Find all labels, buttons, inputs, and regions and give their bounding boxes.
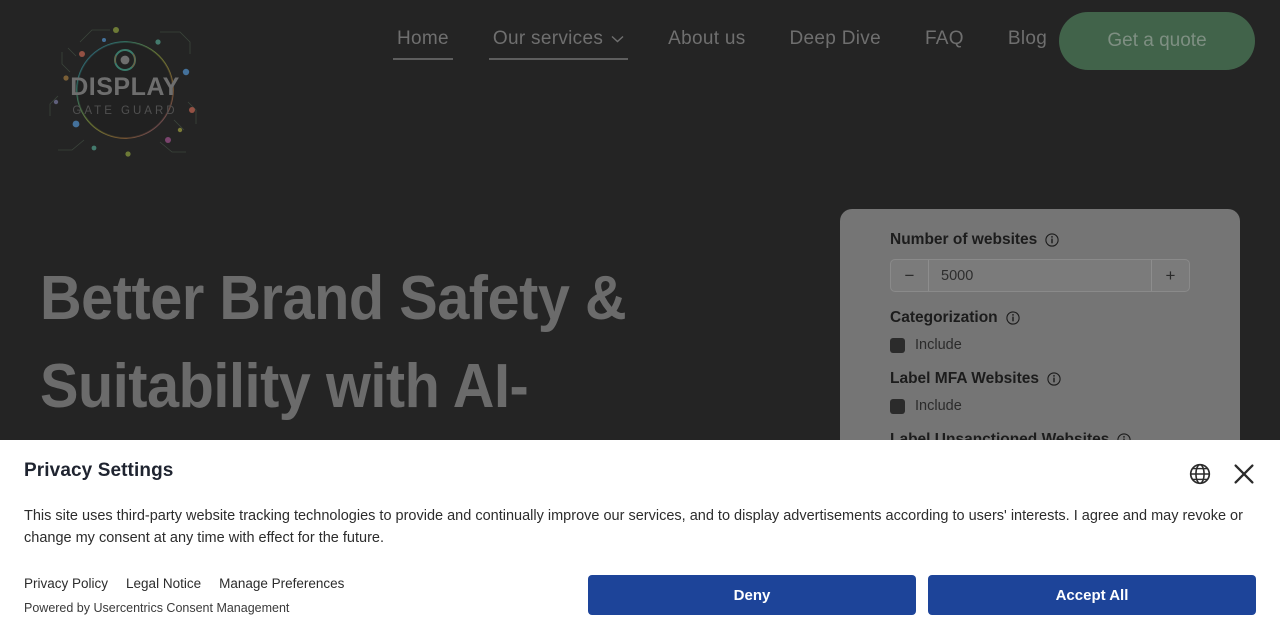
get-a-quote-label: Get a quote: [1107, 30, 1207, 51]
display-gate-guard-logo-icon: DISPLAY GATE GUARD: [49, 27, 197, 157]
accept-all-button[interactable]: Accept All: [928, 575, 1256, 615]
banner-links: Privacy Policy Legal Notice Manage Prefe…: [24, 576, 344, 591]
quote-config-panel: Number of websites − 5000 + Categorizati…: [840, 209, 1240, 469]
hero-title-line-2: Suitability with AI-: [40, 352, 529, 422]
field-label-text: Categorization: [890, 309, 998, 326]
hero-section: Better Brand Safety & Suitability with A…: [40, 255, 780, 431]
site-header: DISPLAY GATE GUARD Home Our services Abo…: [0, 0, 1280, 180]
banner-title: Privacy Settings: [24, 460, 174, 481]
banner-action-buttons: Deny Accept All: [588, 575, 1256, 615]
privacy-settings-banner: Privacy Settings This site uses third-pa…: [0, 440, 1280, 633]
categorization-include-checkbox[interactable]: Include: [890, 337, 1190, 353]
checkbox-icon: [890, 337, 905, 353]
legal-notice-link[interactable]: Legal Notice: [126, 576, 201, 591]
checkbox-label: Include: [915, 398, 962, 414]
stepper-increment-button[interactable]: +: [1152, 260, 1189, 291]
info-icon[interactable]: [1045, 233, 1059, 247]
nav-item-label: Our services: [492, 28, 604, 49]
number-of-websites-stepper[interactable]: − 5000 +: [890, 259, 1190, 292]
get-a-quote-button[interactable]: Get a quote: [1059, 12, 1255, 70]
hero-title-line-1: Better Brand Safety &: [40, 264, 627, 333]
deny-button[interactable]: Deny: [588, 575, 916, 615]
powered-by-text: Powered by Usercentrics Consent Manageme…: [24, 601, 290, 615]
nav-item-home[interactable]: Home: [375, 28, 471, 62]
banner-links-column: Privacy Policy Legal Notice Manage Prefe…: [24, 576, 344, 615]
close-icon[interactable]: [1232, 462, 1256, 486]
checkbox-icon: [890, 398, 905, 414]
banner-header-actions: [1188, 460, 1256, 486]
nav-item-about-us[interactable]: About us: [646, 28, 767, 62]
nav-item-label: Blog: [1007, 28, 1048, 49]
banner-footer: Privacy Policy Legal Notice Manage Prefe…: [24, 575, 1256, 615]
info-icon[interactable]: [1047, 372, 1061, 386]
site-logo[interactable]: DISPLAY GATE GUARD: [40, 12, 210, 162]
globe-icon[interactable]: [1188, 462, 1212, 486]
page-title: Better Brand Safety & Suitability with A…: [40, 255, 728, 431]
field-label-text: Label MFA Websites: [890, 370, 1040, 387]
page-root: DISPLAY GATE GUARD Home Our services Abo…: [0, 0, 1280, 633]
number-of-websites-label: Number of websites: [890, 231, 1190, 249]
nav-item-label: About us: [668, 28, 746, 49]
nav-item-blog[interactable]: Blog: [986, 28, 1069, 62]
manage-preferences-link[interactable]: Manage Preferences: [219, 576, 344, 591]
nav-item-label: Home: [397, 28, 449, 49]
categorization-label: Categorization: [890, 309, 1190, 327]
chevron-down-icon: [611, 35, 624, 43]
info-icon[interactable]: [1006, 311, 1020, 325]
nav-item-deep-dive[interactable]: Deep Dive: [768, 28, 903, 62]
privacy-policy-link[interactable]: Privacy Policy: [24, 576, 108, 591]
svg-text:DISPLAY: DISPLAY: [70, 73, 180, 101]
svg-text:GATE GUARD: GATE GUARD: [72, 105, 177, 117]
nav-item-label: Deep Dive: [789, 28, 881, 49]
nav-item-our-services[interactable]: Our services: [471, 28, 646, 62]
field-label-text: Number of websites: [890, 231, 1038, 248]
banner-header: Privacy Settings: [24, 460, 1256, 486]
banner-body-text: This site uses third-party website track…: [24, 508, 1243, 547]
label-mfa-websites-label: Label MFA Websites: [890, 370, 1190, 388]
label-mfa-websites-include-checkbox[interactable]: Include: [890, 398, 1190, 414]
nav-item-faq[interactable]: FAQ: [903, 28, 986, 62]
stepper-decrement-button[interactable]: −: [891, 260, 928, 291]
main-navigation: Home Our services About us Deep Dive FAQ: [375, 28, 1069, 62]
nav-item-label: FAQ: [924, 28, 964, 49]
checkbox-label: Include: [915, 337, 962, 353]
number-of-websites-input[interactable]: 5000: [929, 260, 1151, 291]
